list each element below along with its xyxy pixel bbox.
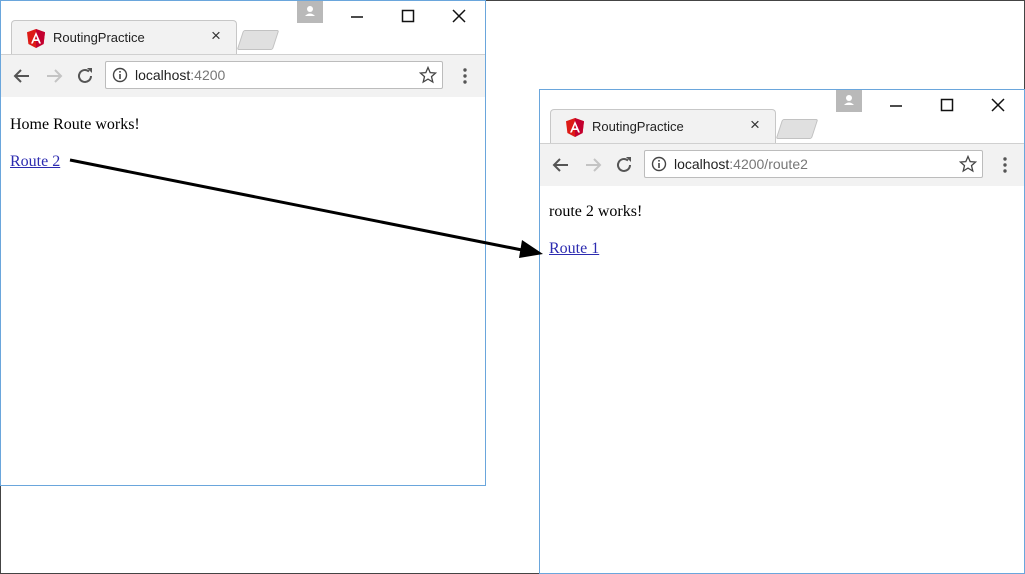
close-window-icon: [452, 9, 466, 23]
arrow-right-icon[interactable]: [43, 65, 65, 87]
tab-close-icon[interactable]: ×: [746, 115, 764, 134]
info-icon[interactable]: [651, 156, 667, 172]
page-content: route 2 works! Route 1: [540, 186, 1024, 573]
address-bar[interactable]: localhost:4200/route2: [644, 150, 983, 178]
page-heading: Home Route works!: [10, 116, 140, 133]
page-heading: route 2 works!: [549, 203, 643, 220]
angular-logo-icon: [566, 118, 584, 137]
address-bar[interactable]: localhost:4200: [105, 61, 443, 89]
maximize-button[interactable]: [932, 92, 962, 118]
title-bar: RoutingPractice ×: [540, 90, 1024, 144]
minimize-button[interactable]: [342, 3, 372, 29]
page-content: Home Route works! Route 2: [1, 97, 485, 485]
angular-logo-icon: [27, 29, 45, 48]
url-text: localhost:4200/route2: [674, 156, 808, 172]
maximize-icon: [940, 98, 954, 112]
minimize-button[interactable]: [881, 92, 911, 118]
route-link[interactable]: Route 2: [10, 153, 60, 171]
person-icon[interactable]: [297, 1, 323, 23]
browser-window-route2: RoutingPractice × localhost:4200/route2 …: [539, 89, 1025, 574]
minimize-icon: [351, 16, 363, 18]
browser-window-home: RoutingPractice × localhost:4200 Home Ro…: [0, 0, 486, 486]
minimize-icon: [890, 105, 902, 107]
close-window-button[interactable]: [444, 3, 474, 29]
person-icon[interactable]: [836, 90, 862, 112]
new-tab-button[interactable]: [236, 30, 280, 50]
kebab-menu-icon[interactable]: [1001, 155, 1009, 175]
arrow-left-icon[interactable]: [550, 154, 572, 176]
browser-tab[interactable]: RoutingPractice ×: [550, 109, 776, 144]
tab-close-icon[interactable]: ×: [207, 26, 225, 45]
title-bar: RoutingPractice ×: [1, 1, 485, 55]
tab-title: RoutingPractice: [53, 30, 145, 45]
new-tab-button[interactable]: [775, 119, 819, 139]
route-link[interactable]: Route 1: [549, 240, 599, 258]
arrow-right-icon[interactable]: [582, 154, 604, 176]
arrow-left-icon[interactable]: [11, 65, 33, 87]
star-icon[interactable]: [958, 154, 978, 173]
reload-icon[interactable]: [74, 65, 96, 87]
url-text: localhost:4200: [135, 67, 226, 83]
browser-tab[interactable]: RoutingPractice ×: [11, 20, 237, 55]
star-icon[interactable]: [418, 65, 438, 84]
info-icon[interactable]: [112, 67, 128, 83]
reload-icon[interactable]: [613, 154, 635, 176]
maximize-icon: [401, 9, 415, 23]
toolbar: localhost:4200/route2: [540, 143, 1024, 187]
kebab-menu-icon[interactable]: [461, 66, 469, 86]
close-window-button[interactable]: [983, 92, 1013, 118]
close-window-icon: [991, 98, 1005, 112]
maximize-button[interactable]: [393, 3, 423, 29]
tab-title: RoutingPractice: [592, 119, 684, 134]
toolbar: localhost:4200: [1, 54, 485, 98]
